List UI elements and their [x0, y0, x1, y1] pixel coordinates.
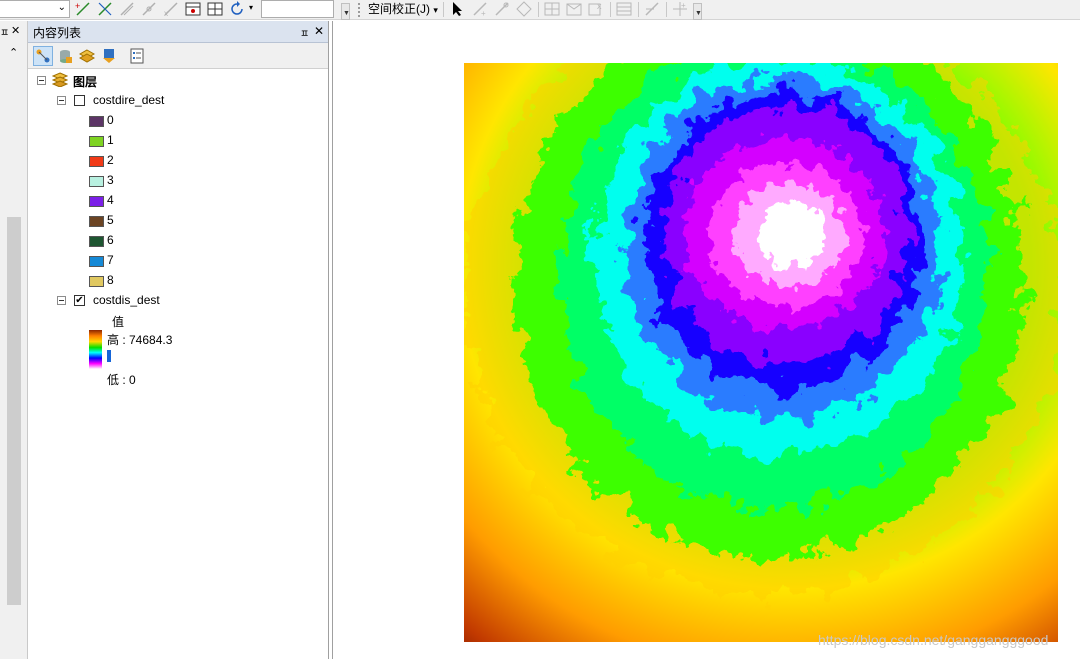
toolbar-separator: [538, 2, 539, 17]
pin-icon[interactable]: ㅍ: [0, 24, 9, 39]
cost-distance-raster[interactable]: [464, 63, 1058, 642]
modify-link-icon[interactable]: [140, 1, 158, 17]
class-label: 7: [107, 253, 114, 267]
toolbar-separator: [443, 2, 444, 17]
chevron-down-icon: ▼: [695, 10, 702, 17]
close-icon[interactable]: ✕: [11, 24, 20, 37]
class-swatch[interactable]: [89, 256, 104, 267]
new-limited-area-icon[interactable]: [565, 1, 583, 17]
class-swatch[interactable]: [89, 276, 104, 287]
layer-dropdown[interactable]: ⌄: [0, 0, 70, 18]
class-label: 2: [107, 153, 114, 167]
link-tool-icon[interactable]: [96, 1, 114, 17]
class-swatch[interactable]: [89, 196, 104, 207]
class-swatch[interactable]: [89, 136, 104, 147]
legend-title: 值: [112, 315, 125, 329]
layer-name[interactable]: costdis_dest: [93, 293, 160, 307]
layer-visibility-checkbox[interactable]: [74, 95, 85, 106]
top-toolbar: ⌄ + x ▾ ▼ 空间校正(J) ▾ + x + ▼: [0, 0, 1080, 20]
view-links-table-icon[interactable]: [615, 1, 633, 17]
layers-group-label[interactable]: 图层: [73, 73, 97, 90]
preview-adjustment-icon[interactable]: [643, 1, 661, 17]
collapse-toggle[interactable]: [57, 296, 66, 305]
collapse-toggle[interactable]: [57, 96, 66, 105]
legend-low-label: 低 : 0: [107, 373, 136, 387]
close-icon[interactable]: ✕: [314, 24, 324, 38]
legend-high-label: 高 : 74684.3: [107, 333, 173, 347]
class-label: 8: [107, 273, 114, 287]
spatial-adjustment-menu[interactable]: 空间校正(J) ▾: [368, 1, 438, 18]
class-label: 3: [107, 173, 114, 187]
class-swatch[interactable]: [89, 236, 104, 247]
chevron-down-icon: ▼: [343, 10, 350, 17]
table-of-contents-panel: 内容列表 ㅍ ✕ 图层 costdire_dest 0 1 2 3 4 5 6 …: [28, 21, 329, 659]
rotate-dropdown-arrow-icon[interactable]: ▾: [249, 3, 253, 12]
checkmark-icon: ✔: [75, 295, 84, 306]
toc-title: 内容列表: [33, 26, 82, 40]
edge-match-icon[interactable]: +: [671, 1, 689, 17]
collapse-toggle[interactable]: [37, 76, 46, 85]
modify-displacement-link-icon[interactable]: [493, 1, 511, 17]
class-label: 1: [107, 133, 114, 147]
list-by-source-icon[interactable]: [55, 46, 75, 66]
svg-text:+: +: [481, 9, 486, 17]
left-dock-strip: ㅍ ✕ ⌃: [0, 21, 28, 659]
svg-text:+: +: [75, 1, 80, 11]
watermark-text: https://blog.csdn.net/ganggangggood: [818, 632, 1049, 648]
new-identity-link-icon[interactable]: [543, 1, 561, 17]
list-by-selection-icon[interactable]: [99, 46, 119, 66]
scrollbar-thumb[interactable]: [7, 217, 21, 605]
limited-adjustment-area-icon[interactable]: [515, 1, 533, 17]
new-displacement-link-icon[interactable]: +: [471, 1, 489, 17]
class-label: 5: [107, 213, 114, 227]
color-ramp-swatch[interactable]: [89, 330, 102, 369]
svg-text:x: x: [597, 1, 602, 11]
delete-link-icon[interactable]: x: [162, 1, 180, 17]
class-swatch[interactable]: [89, 156, 104, 167]
ramp-marker: [107, 350, 111, 362]
clear-limited-area-icon[interactable]: x: [587, 1, 605, 17]
toolbar-separator: [638, 2, 639, 17]
class-label: 4: [107, 193, 114, 207]
svg-text:x: x: [164, 9, 168, 17]
class-swatch[interactable]: [89, 216, 104, 227]
class-swatch[interactable]: [89, 176, 104, 187]
layer-name[interactable]: costdire_dest: [93, 93, 164, 107]
list-by-drawing-order-icon[interactable]: [33, 46, 53, 66]
list-by-visibility-icon[interactable]: [77, 46, 97, 66]
toc-toolbar: [28, 43, 328, 69]
identity-link-icon[interactable]: [206, 1, 224, 17]
layer-tree: 图层 costdire_dest 0 1 2 3 4 5 6 7 8 ✔ cos…: [28, 69, 328, 659]
layer-visibility-checkbox[interactable]: ✔: [74, 295, 85, 306]
toolbar-overflow-button[interactable]: ▼: [693, 3, 702, 20]
class-label: 6: [107, 233, 114, 247]
pin-icon[interactable]: ㅍ: [300, 25, 309, 40]
svg-text:+: +: [681, 1, 686, 10]
options-icon[interactable]: [127, 46, 147, 66]
add-vertex-icon[interactable]: +: [74, 1, 92, 17]
view-link-table-icon[interactable]: [184, 1, 202, 17]
rotate-tool-icon[interactable]: [228, 1, 246, 17]
toolbar-separator: [666, 2, 667, 17]
scale-input[interactable]: [261, 0, 334, 18]
toc-header: 内容列表 ㅍ ✕: [28, 21, 328, 43]
spatial-adjustment-label: 空间校正(J): [368, 2, 430, 16]
layers-icon: [51, 72, 69, 88]
chevron-down-icon: ⌄: [57, 2, 66, 13]
toolbar-overflow-button[interactable]: ▼: [341, 3, 350, 20]
class-swatch[interactable]: [89, 116, 104, 127]
class-label: 0: [107, 113, 114, 127]
chevron-down-icon: ▾: [433, 5, 438, 15]
scroll-up-icon[interactable]: ⌃: [9, 46, 18, 59]
toolbar-grip[interactable]: [358, 3, 360, 17]
multi-link-icon[interactable]: [118, 1, 136, 17]
toolbar-separator: [610, 2, 611, 17]
select-elements-icon[interactable]: [449, 1, 467, 17]
